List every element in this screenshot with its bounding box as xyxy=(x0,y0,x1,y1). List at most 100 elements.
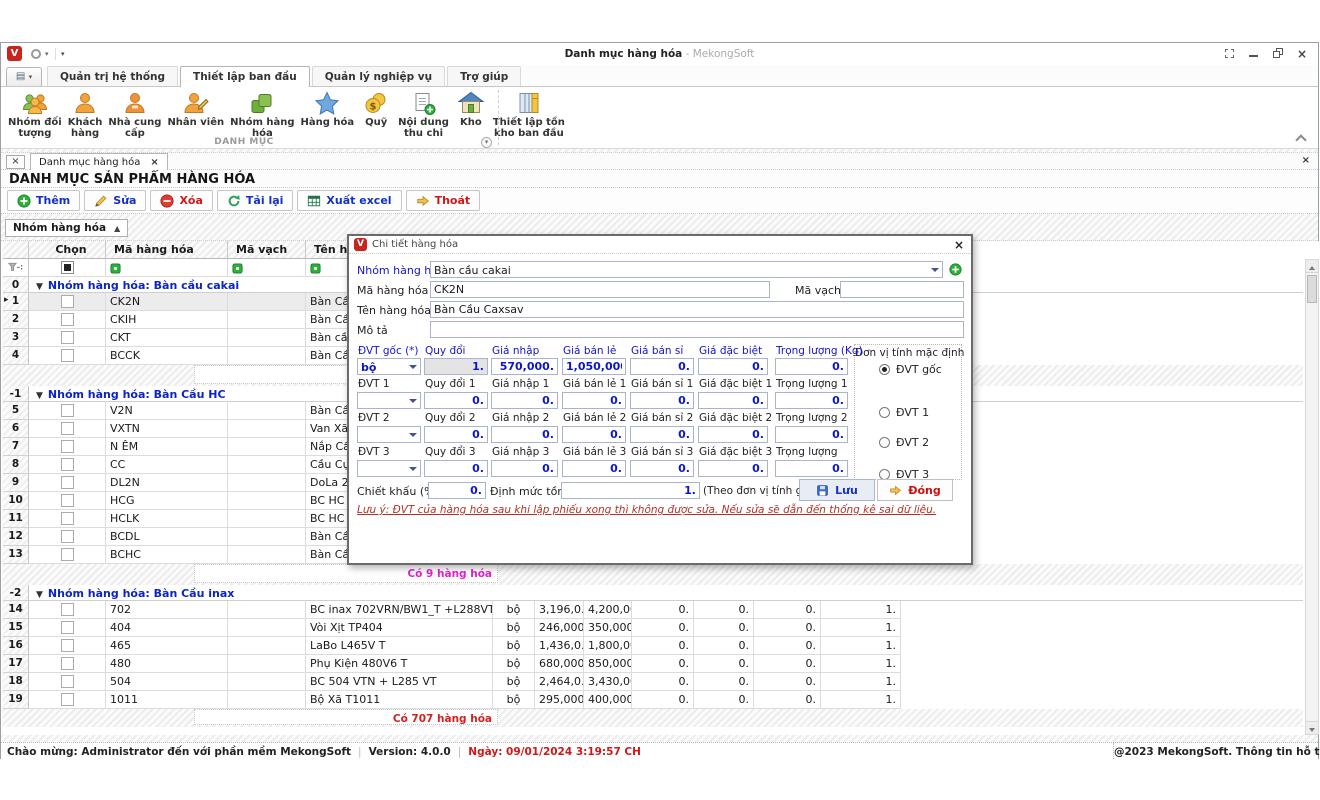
cell-name[interactable]: BC inax 702VRN/BW1_T +L288VT xyxy=(306,601,493,619)
uom-value-input[interactable] xyxy=(630,358,694,375)
cell-code[interactable]: 404 xyxy=(106,619,228,637)
close-button[interactable]: × xyxy=(1296,48,1308,60)
cell-wholesale-price[interactable]: 0. xyxy=(632,691,694,709)
tab-close-icon[interactable]: × xyxy=(150,157,158,170)
cell-weight[interactable]: 0. xyxy=(754,601,821,619)
cell-barcode[interactable] xyxy=(228,311,306,329)
cell-select[interactable] xyxy=(29,510,106,528)
cell-code[interactable]: VXTN xyxy=(106,420,228,438)
minimize-button[interactable] xyxy=(1248,48,1260,60)
row-checkbox[interactable] xyxy=(61,603,74,616)
toolbar-button-2[interactable]: Sửa xyxy=(84,190,146,211)
cell-select[interactable] xyxy=(29,329,106,347)
radio-uom-2[interactable]: ĐVT 1 xyxy=(879,406,929,419)
scroll-down-icon[interactable] xyxy=(1306,721,1318,734)
radio-uom-3[interactable]: ĐVT 2 xyxy=(879,436,929,449)
table-row[interactable]: 15404Vòi Xịt TP404bộ246,000.350,000.0.0.… xyxy=(3,619,1303,637)
cell-select[interactable] xyxy=(29,492,106,510)
code-field[interactable] xyxy=(430,281,770,298)
save-button[interactable]: Lưu xyxy=(799,479,875,501)
uom-value-input[interactable] xyxy=(775,358,848,375)
cell-buy-price[interactable]: 680,000. xyxy=(535,655,584,673)
select-all-checkbox[interactable] xyxy=(61,261,74,274)
close-dialog-button[interactable]: Đóng xyxy=(877,479,953,501)
ribbon-item-5[interactable]: Nhóm hàng hóa xyxy=(227,89,297,139)
cell-buy-price[interactable]: 2,464,0... xyxy=(535,673,584,691)
cell-unit[interactable]: bộ xyxy=(493,601,535,619)
ribbon-item-9[interactable]: Kho xyxy=(452,89,490,139)
row-checkbox[interactable] xyxy=(61,657,74,670)
table-row[interactable]: 14702BC inax 702VRN/BW1_T +L288VTbộ3,196… xyxy=(3,601,1303,619)
cell-weight[interactable]: 0. xyxy=(754,619,821,637)
add-group-button[interactable] xyxy=(949,263,962,276)
uom-value-input[interactable] xyxy=(424,460,488,477)
cell-code[interactable]: CK2N xyxy=(106,293,228,311)
cell-barcode[interactable] xyxy=(228,546,306,564)
cell-select[interactable] xyxy=(29,637,106,655)
ribbon-item-1[interactable]: Nhóm đối tượng xyxy=(5,89,65,139)
ribbon-item-10[interactable]: Thiết lập tồn kho ban đầu xyxy=(490,89,568,139)
table-row[interactable]: 191011Bộ Xã T1011bộ295,000.400,000.0.0.0… xyxy=(3,691,1303,709)
cell-code[interactable]: 1011 xyxy=(106,691,228,709)
toolbar-button-1[interactable]: Thêm xyxy=(7,190,80,211)
cell-wholesale-price[interactable]: 0. xyxy=(632,655,694,673)
ribbon-item-4[interactable]: Nhân viên xyxy=(164,89,227,139)
cell-barcode[interactable] xyxy=(228,474,306,492)
cell-buy-price[interactable]: 3,196,0... xyxy=(535,601,584,619)
uom-select-1[interactable]: bộ xyxy=(357,358,421,375)
uom-value-input[interactable] xyxy=(630,392,694,409)
cell-barcode[interactable] xyxy=(228,347,306,365)
filter-cell-2[interactable] xyxy=(106,259,228,277)
cell-select[interactable] xyxy=(29,293,106,311)
column-header-2[interactable]: Mã hàng hóa xyxy=(106,241,228,259)
cell-barcode[interactable] xyxy=(228,601,306,619)
cell-code[interactable]: CKIH xyxy=(106,311,228,329)
uom-value-input[interactable] xyxy=(491,358,558,375)
cell-unit[interactable]: bộ xyxy=(493,655,535,673)
auto-filter-icon[interactable] xyxy=(232,263,243,274)
cell-barcode[interactable] xyxy=(228,619,306,637)
row-checkbox[interactable] xyxy=(61,295,74,308)
filter-cell-1[interactable] xyxy=(29,259,106,277)
cell-code[interactable]: HCLK xyxy=(106,510,228,528)
cell-buy-price[interactable]: 246,000. xyxy=(535,619,584,637)
ribbon-tab-3[interactable]: Quản lý nghiệp vụ xyxy=(312,66,445,86)
cell-code[interactable]: N ÊM xyxy=(106,438,228,456)
ribbon-tab-1[interactable]: Quản trị hệ thống xyxy=(47,66,178,86)
restore-button[interactable] xyxy=(1272,48,1284,60)
cell-weight[interactable]: 0. xyxy=(754,655,821,673)
cell-barcode[interactable] xyxy=(228,420,306,438)
cell-code[interactable]: DL2N xyxy=(106,474,228,492)
uom-value-input[interactable] xyxy=(491,460,558,477)
ribbon-group-launcher-icon[interactable]: ▾ xyxy=(481,137,492,148)
cell-select[interactable] xyxy=(29,619,106,637)
uom-value-input[interactable] xyxy=(775,392,848,409)
cell-wholesale-price[interactable]: 0. xyxy=(632,601,694,619)
cell-conversion[interactable]: 1. xyxy=(821,619,901,637)
cell-code[interactable]: 465 xyxy=(106,637,228,655)
cell-select[interactable] xyxy=(29,673,106,691)
row-checkbox[interactable] xyxy=(61,404,74,417)
fullscreen-button[interactable] xyxy=(1224,48,1236,60)
cell-code[interactable]: BCDL xyxy=(106,528,228,546)
ribbon-item-3[interactable]: Nhà cung cấp xyxy=(105,89,164,139)
filter-cell-0[interactable]: -: xyxy=(3,259,29,277)
uom-select-3[interactable] xyxy=(357,426,421,443)
cell-barcode[interactable] xyxy=(228,438,306,456)
cell-unit[interactable]: bộ xyxy=(493,619,535,637)
cell-weight[interactable]: 0. xyxy=(754,691,821,709)
cell-buy-price[interactable]: 295,000. xyxy=(535,691,584,709)
cell-unit[interactable]: bộ xyxy=(493,691,535,709)
cell-barcode[interactable] xyxy=(228,402,306,420)
cell-select[interactable] xyxy=(29,691,106,709)
cell-select[interactable] xyxy=(29,438,106,456)
cell-barcode[interactable] xyxy=(228,456,306,474)
row-checkbox[interactable] xyxy=(61,494,74,507)
filter-cell-3[interactable] xyxy=(228,259,306,277)
uom-value-input[interactable] xyxy=(630,426,694,443)
cell-conversion[interactable]: 1. xyxy=(821,637,901,655)
cell-retail-price[interactable]: 4,200,000. xyxy=(584,601,632,619)
cell-weight[interactable]: 0. xyxy=(754,637,821,655)
collapse-icon[interactable]: ▼ xyxy=(36,282,43,292)
toolbar-button-4[interactable]: Tải lại xyxy=(217,190,294,211)
